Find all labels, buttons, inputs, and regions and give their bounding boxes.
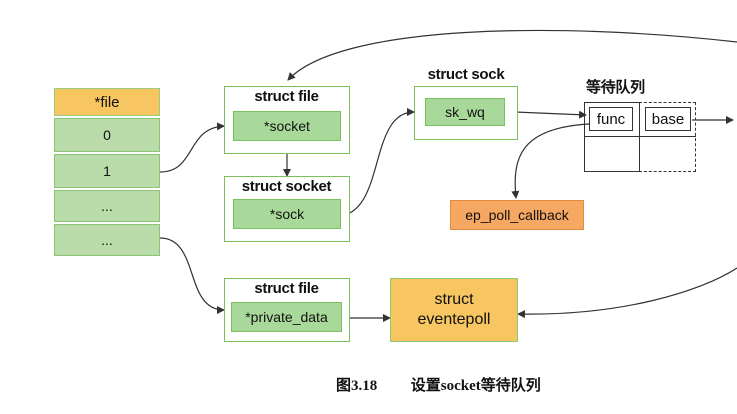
- struct-file-box: struct file *socket: [224, 86, 350, 154]
- eventpoll-line2: eventepoll: [417, 311, 491, 328]
- wait-queue: func base: [584, 102, 696, 172]
- arrow-queue-to-eventpoll: [517, 267, 737, 319]
- struct-socket-box: struct socket *sock: [224, 176, 350, 242]
- arrow-file1-to-struct-file: [159, 122, 225, 173]
- wait-queue-row-divider: [584, 136, 696, 137]
- struct-file-socket-field: *socket: [233, 111, 341, 141]
- struct-sock-skwq-field: sk_wq: [425, 98, 505, 126]
- struct-sock-title: struct sock: [427, 66, 505, 83]
- struct-socket-title: struct socket: [241, 178, 332, 195]
- struct-file-2-private-data-field: *private_data: [231, 302, 342, 332]
- struct-file-2-box: struct file *private_data: [224, 278, 350, 342]
- wait-queue-title: 等待队列: [586, 79, 645, 96]
- arrow-skwq-to-wait-queue: [514, 110, 587, 119]
- file-table-row: ...: [54, 224, 160, 256]
- arrow-func-to-callback: [511, 123, 590, 199]
- ep-poll-callback-box: ep_poll_callback: [450, 200, 584, 230]
- struct-file-title: struct file: [254, 88, 319, 105]
- file-table-row: 0: [54, 118, 160, 152]
- wait-queue-func: func: [589, 107, 633, 131]
- arrow-file3-to-struct-file2: [159, 237, 225, 314]
- figure-caption-text: 设置socket等待队列: [410, 378, 541, 394]
- figure-number: 图3.18: [336, 378, 378, 394]
- eventpoll-box: struct eventepoll: [390, 278, 518, 342]
- struct-socket-sock-field: *sock: [233, 199, 341, 229]
- struct-sock-box: sk_wq: [414, 86, 518, 140]
- eventpoll-line1: struct: [434, 291, 474, 308]
- file-table-row: ...: [54, 190, 160, 222]
- struct-file-2-title: struct file: [254, 280, 319, 297]
- file-table-header: *file: [54, 88, 160, 116]
- figure-caption: 图3.18 设置socket等待队列: [336, 374, 541, 395]
- file-table: *file 0 1 ... ...: [54, 88, 160, 256]
- file-table-row: 1: [54, 154, 160, 188]
- wait-queue-base: base: [645, 107, 691, 131]
